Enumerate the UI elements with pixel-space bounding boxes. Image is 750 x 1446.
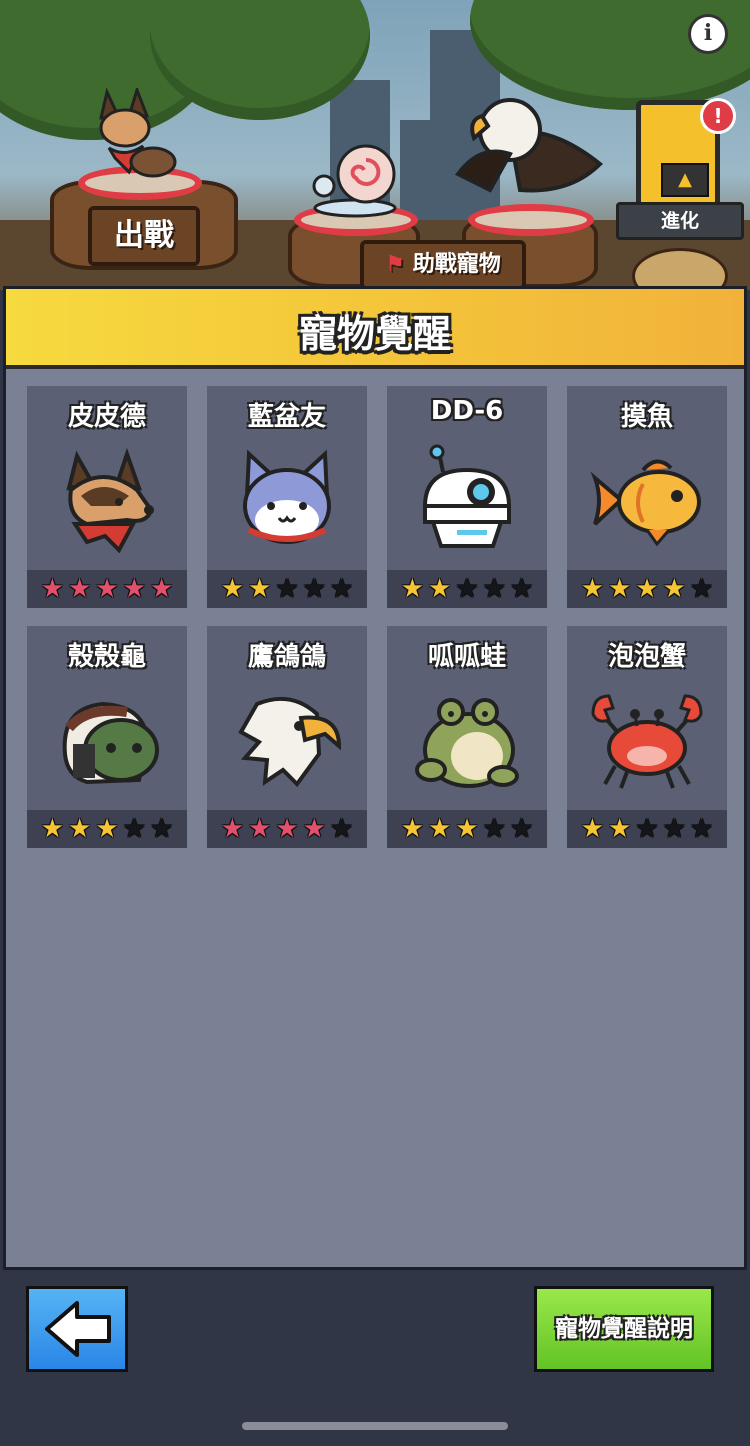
star-empty-icon: ★: [689, 814, 714, 844]
star-empty-icon: ★: [329, 814, 354, 844]
pet-card-pipide[interactable]: 皮皮德 ★ ★ ★ ★ ★: [27, 386, 187, 608]
pet-card-dd6[interactable]: DD-6 ★ ★ ★ ★ ★: [387, 386, 547, 608]
star-rating: ★ ★ ★ ★ ★: [27, 810, 187, 848]
support-pets-sign[interactable]: ⚑ 助戰寵物: [360, 240, 526, 290]
star-filled-icon: ★: [608, 574, 632, 604]
star-filled-icon: ★: [275, 814, 299, 844]
pet-card-blue-friend[interactable]: 藍盆友 ★ ★ ★ ★ ★: [207, 386, 367, 608]
star-empty-icon: ★: [482, 574, 506, 604]
star-empty-icon: ★: [122, 814, 146, 844]
star-filled-icon: ★: [68, 814, 92, 844]
pet-scene: 出戰 ⚑ 助戰寵物 ▲ ! 進化 i: [0, 0, 750, 290]
star-empty-icon: ★: [482, 814, 506, 844]
support-pets-label: 助戰寵物: [412, 252, 501, 277]
star-empty-icon: ★: [275, 574, 299, 604]
star-filled-icon: ★: [635, 574, 659, 604]
eagle-icon: [238, 696, 342, 788]
home-indicator[interactable]: [242, 1422, 508, 1430]
awakening-panel: 寵物覺醒 皮皮德 ★ ★ ★ ★ ★ 藍盆友 ★ ★ ★ ★ ★ DD-6 ★ …: [3, 286, 747, 1270]
star-rating: ★ ★ ★ ★ ★: [567, 810, 727, 848]
star-filled-icon: ★: [68, 574, 92, 604]
panel-header: 寵物覺醒: [6, 289, 744, 369]
pet-name: 泡泡蟹: [607, 642, 686, 672]
star-filled-icon: ★: [455, 814, 479, 844]
star-filled-icon: ★: [248, 574, 272, 604]
pet-name: 藍盆友: [247, 402, 326, 432]
star-filled-icon: ★: [662, 574, 686, 604]
pet-card-frog[interactable]: 呱呱蛙 ★ ★ ★ ★ ★: [387, 626, 547, 848]
star-empty-icon: ★: [509, 574, 534, 604]
turtle-icon: [62, 701, 159, 785]
back-button[interactable]: [26, 1286, 128, 1372]
snail-pet-figure[interactable]: [310, 138, 400, 218]
star-rating: ★ ★ ★ ★ ★: [207, 810, 367, 848]
star-rating: ★ ★ ★ ★ ★: [207, 570, 367, 608]
star-empty-icon: ★: [455, 574, 479, 604]
pet-card-fish[interactable]: 摸魚 ★ ★ ★ ★ ★: [567, 386, 727, 608]
star-empty-icon: ★: [689, 574, 714, 604]
eagle-pet-figure[interactable]: [450, 94, 606, 204]
back-arrow-icon: [45, 1301, 111, 1357]
goldfish-icon: [590, 459, 701, 547]
star-empty-icon: ★: [662, 814, 686, 844]
star-filled-icon: ★: [580, 814, 605, 844]
pet-name: 殼殼龜: [67, 642, 146, 672]
frog-icon: [415, 698, 519, 788]
star-filled-icon: ★: [122, 574, 146, 604]
star-rating: ★ ★ ★ ★ ★: [387, 810, 547, 848]
star-filled-icon: ★: [302, 814, 326, 844]
star-empty-icon: ★: [635, 814, 659, 844]
pet-name: 摸魚: [620, 402, 673, 432]
star-filled-icon: ★: [95, 814, 119, 844]
star-filled-icon: ★: [95, 574, 119, 604]
star-filled-icon: ★: [149, 574, 174, 604]
deploy-sign[interactable]: 出戰: [88, 206, 200, 266]
star-filled-icon: ★: [220, 814, 245, 844]
star-filled-icon: ★: [400, 814, 425, 844]
star-filled-icon: ★: [400, 574, 425, 604]
up-arrow-icon: ▲: [661, 163, 709, 197]
pet-card-crab[interactable]: 泡泡蟹 ★ ★ ★ ★ ★: [567, 626, 727, 848]
pet-card-turtle[interactable]: 殼殼龜 ★ ★ ★ ★ ★: [27, 626, 187, 848]
pet-name: 呱呱蛙: [427, 642, 506, 672]
dog-icon: [66, 447, 154, 554]
pet-card-eagle[interactable]: 鷹鴿鴿 ★ ★ ★ ★ ★: [207, 626, 367, 848]
star-empty-icon: ★: [509, 814, 534, 844]
star-filled-icon: ★: [40, 574, 65, 604]
flag-icon: ⚑: [385, 252, 406, 277]
star-filled-icon: ★: [40, 814, 65, 844]
dog-pet-figure[interactable]: [95, 88, 179, 180]
support-pad-2[interactable]: [468, 204, 594, 236]
star-filled-icon: ★: [248, 814, 272, 844]
star-filled-icon: ★: [608, 814, 632, 844]
star-rating: ★ ★ ★ ★ ★: [387, 570, 547, 608]
bottom-bar: 寵物覺醒說明: [0, 1272, 750, 1446]
robot-icon: [422, 444, 512, 548]
star-filled-icon: ★: [428, 814, 452, 844]
star-rating: ★ ★ ★ ★ ★: [27, 570, 187, 608]
info-icon[interactable]: i: [688, 14, 728, 54]
crab-icon: [591, 694, 703, 789]
star-filled-icon: ★: [428, 574, 452, 604]
star-filled-icon: ★: [220, 574, 245, 604]
star-empty-icon: ★: [149, 814, 174, 844]
pet-name: DD-6: [430, 396, 504, 426]
evolve-button[interactable]: 進化: [616, 202, 744, 240]
cat-icon: [243, 449, 331, 544]
star-rating: ★ ★ ★ ★ ★: [567, 570, 727, 608]
star-empty-icon: ★: [329, 574, 354, 604]
pet-name: 皮皮德: [67, 402, 146, 432]
pet-name: 鷹鴿鴿: [247, 642, 326, 672]
star-filled-icon: ★: [580, 574, 605, 604]
alert-badge-icon: !: [700, 98, 736, 134]
awakening-help-button[interactable]: 寵物覺醒說明: [534, 1286, 714, 1372]
star-empty-icon: ★: [302, 574, 326, 604]
panel-title: 寵物覺醒: [298, 312, 451, 356]
